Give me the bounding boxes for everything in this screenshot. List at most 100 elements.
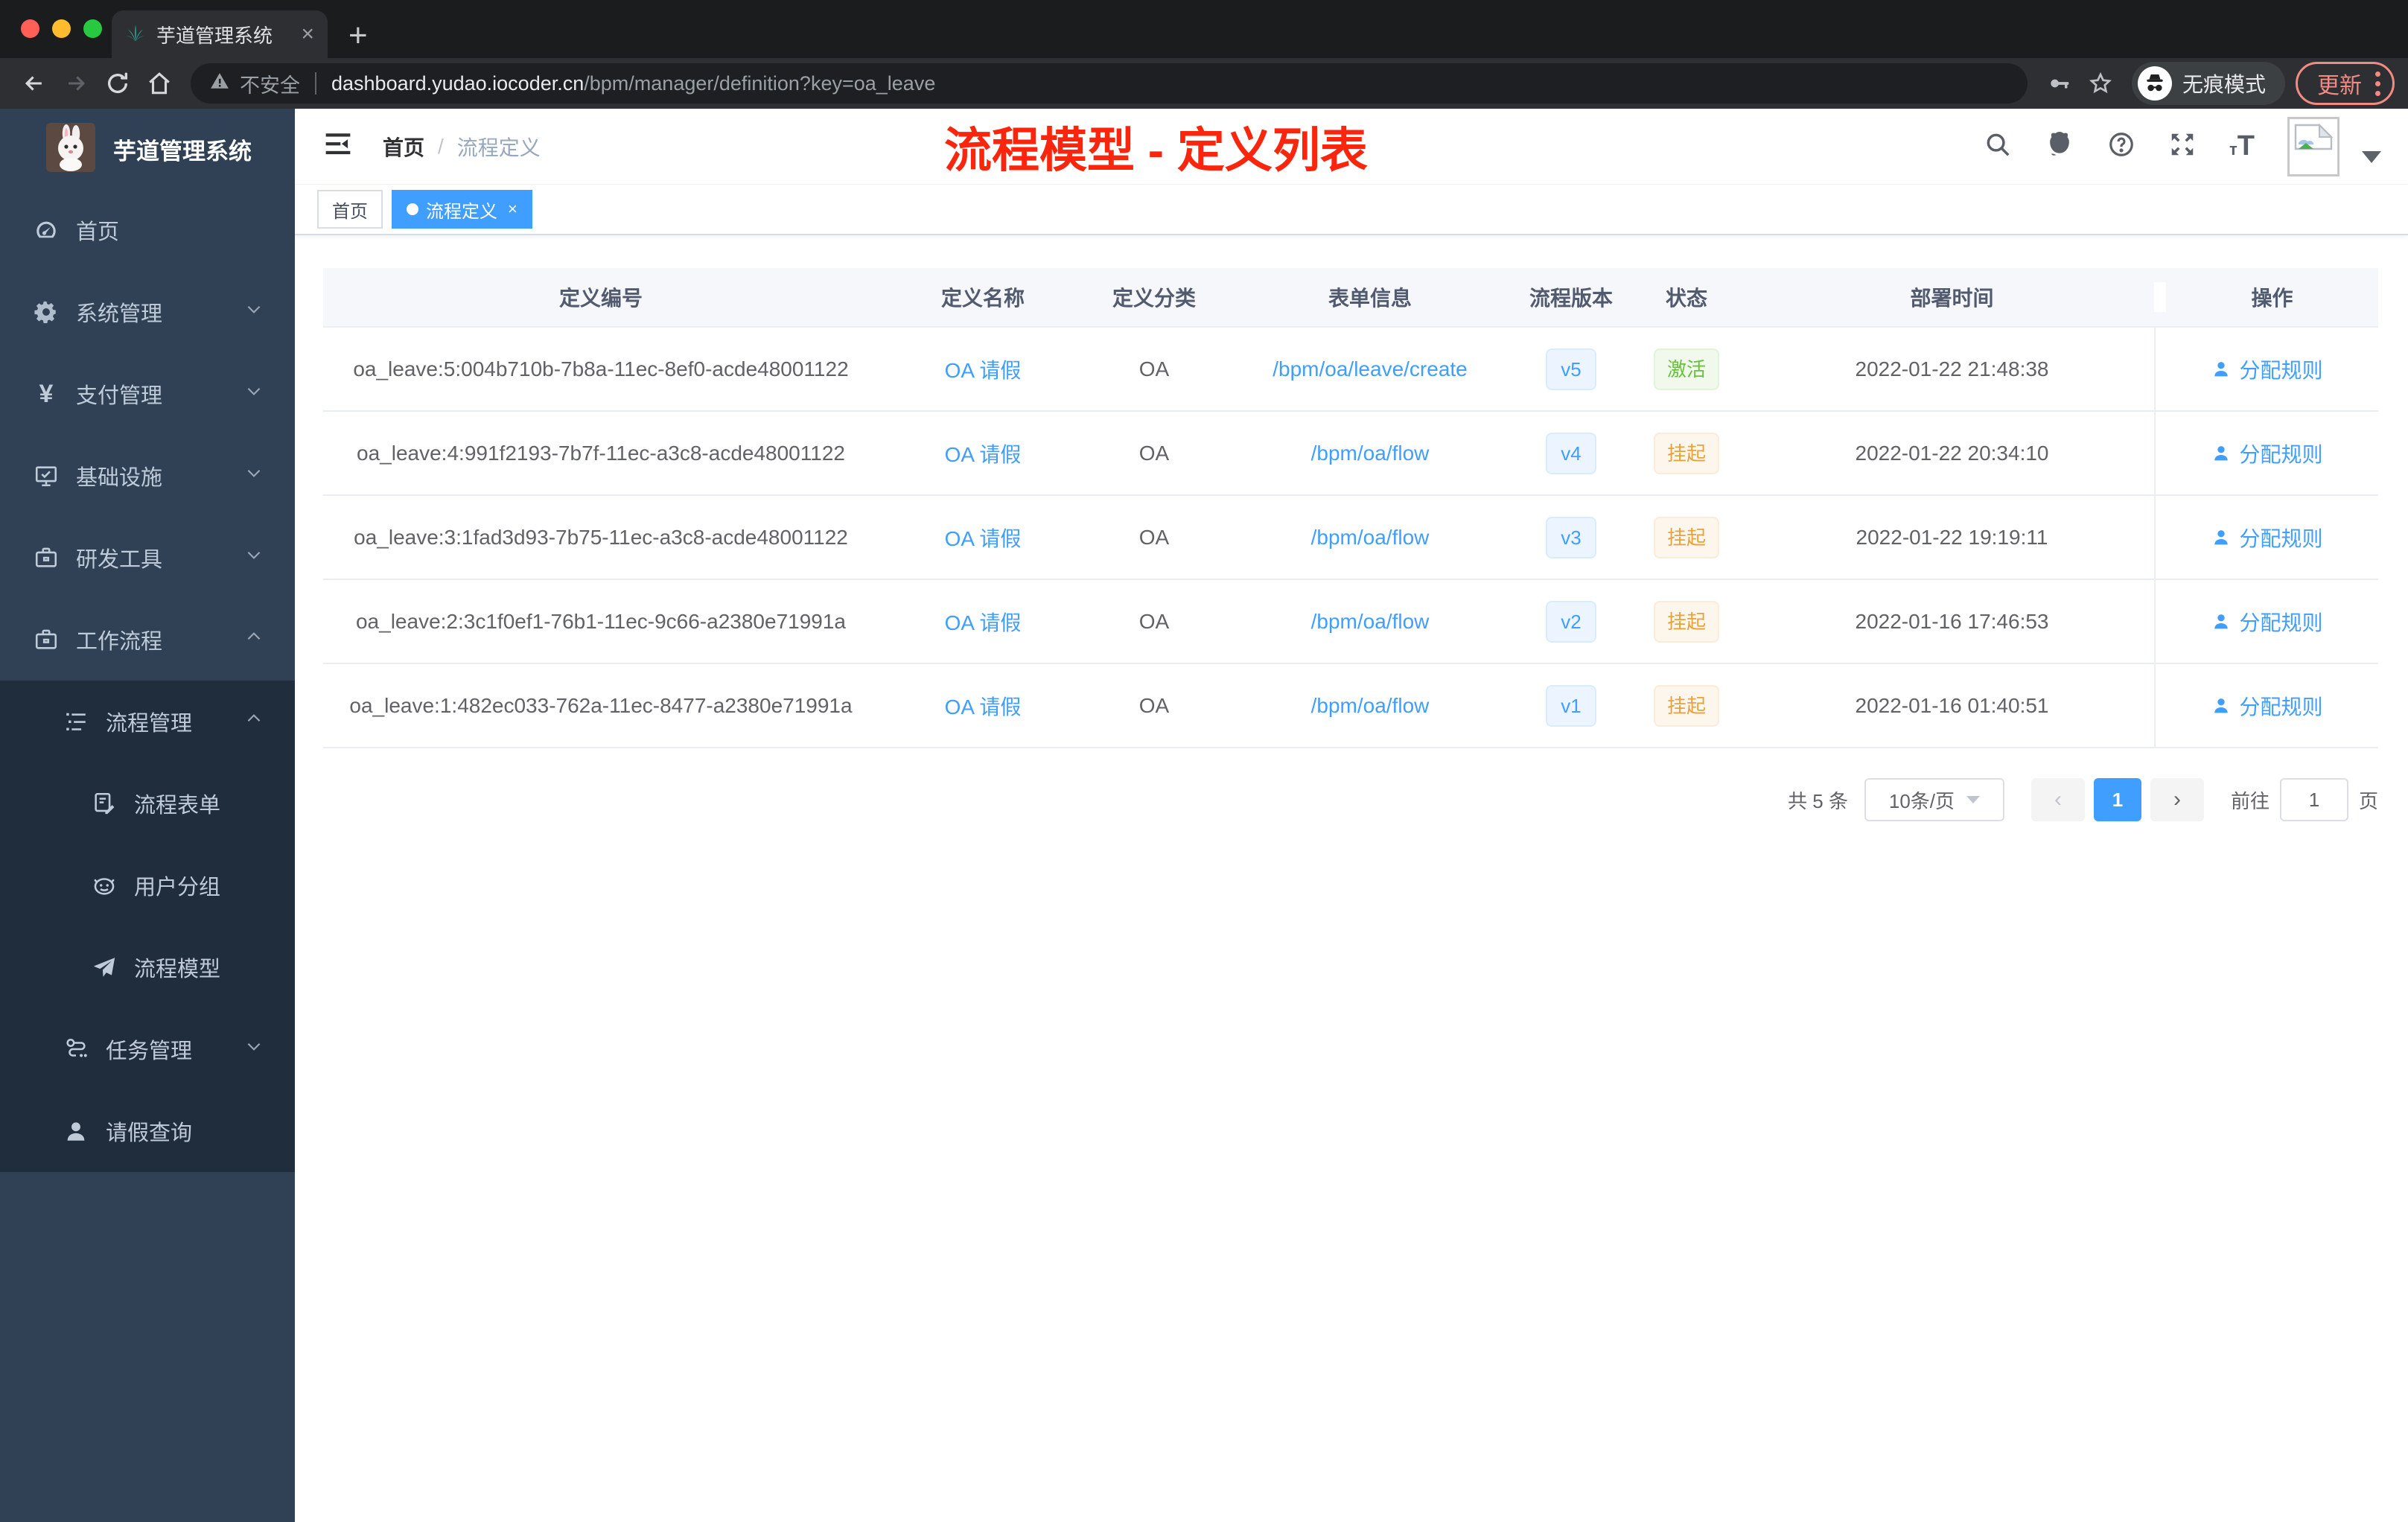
search-icon[interactable] (1984, 130, 2012, 162)
github-icon[interactable] (2045, 130, 2074, 163)
new-tab-button[interactable]: + (348, 19, 368, 52)
assign-rule-button[interactable]: 分配规则 (2211, 523, 2323, 553)
table-row: oa_leave:5:004b710b-7b8a-11ec-8ef0-acde4… (323, 328, 2378, 412)
browser-update-button[interactable]: 更新 (2296, 62, 2395, 105)
version-badge: v1 (1546, 684, 1596, 727)
prev-page-button[interactable]: ‹ (2030, 778, 2085, 821)
form-info-link[interactable]: /bpm/oa/flow (1311, 694, 1430, 718)
sidebar-collapse-icon[interactable] (323, 131, 353, 162)
table-row: oa_leave:3:1fad3d93-7b75-11ec-a3c8-acde4… (323, 496, 2378, 580)
definition-name-link[interactable]: OA 请假 (945, 354, 1022, 384)
window-maximize-button[interactable] (83, 19, 102, 38)
font-size-icon[interactable]: тT (2229, 130, 2255, 162)
definition-name-link[interactable]: OA 请假 (945, 523, 1022, 553)
assign-rule-button[interactable]: 分配规则 (2211, 439, 2323, 468)
page-unit-label: 页 (2358, 789, 2378, 812)
browser-menu-icon[interactable] (2375, 71, 2380, 96)
url-bar[interactable]: 不安全 dashboard.yudao.iocoder.cn/bpm/manag… (191, 63, 2028, 104)
table-row: oa_leave:1:482ec033-762a-11ec-8477-a2380… (323, 664, 2378, 748)
sidebar-item-process-management[interactable]: 流程管理 (0, 681, 295, 762)
pagination-total: 共 5 条 (1788, 789, 1848, 812)
dashboard-icon (33, 217, 60, 243)
form-info-link[interactable]: /bpm/oa/flow (1311, 610, 1430, 634)
form-info-link[interactable]: /bpm/oa/leave/create (1273, 357, 1468, 381)
sidebar-item-devtools[interactable]: 研发工具 (0, 517, 295, 599)
header-actions: тT (1984, 116, 2381, 176)
sidebar-item-infrastructure[interactable]: 基础设施 (0, 435, 295, 517)
sidebar-item-home[interactable]: 首页 (0, 189, 295, 271)
tag-process-definition[interactable]: 流程定义 × (392, 190, 532, 229)
definition-category: OA (1138, 609, 1170, 633)
tab-title: 芋道管理系统 (156, 24, 273, 47)
tag-close-icon[interactable]: × (508, 200, 517, 219)
column-header: 流程版本 (1529, 287, 1613, 310)
next-page-button[interactable]: › (2150, 778, 2204, 821)
page-size-select[interactable]: 10条/页 (1864, 778, 2004, 821)
avatar-dropdown-caret-icon[interactable] (2362, 150, 2381, 163)
column-header: 定义编号 (558, 287, 643, 310)
sidebar-item-workflow[interactable]: 工作流程 (0, 599, 295, 681)
status-badge: 挂起 (1653, 684, 1719, 727)
window-controls[interactable] (21, 19, 102, 38)
update-label: 更新 (2317, 74, 2362, 98)
fullscreen-icon[interactable] (2168, 130, 2197, 162)
assign-rule-label: 分配规则 (2239, 611, 2323, 634)
tab-close-icon[interactable]: × (301, 23, 314, 45)
user-group-icon (91, 872, 118, 899)
sidebar-item-process-model[interactable]: 流程模型 (0, 926, 295, 1008)
reload-icon[interactable] (97, 63, 138, 104)
incognito-label: 无痕模式 (2182, 73, 2266, 96)
form-info-link[interactable]: /bpm/oa/flow (1311, 442, 1430, 465)
tag-home[interactable]: 首页 (317, 190, 383, 229)
bookmark-star-icon[interactable] (2080, 63, 2121, 104)
sidebar-item-label: 任务管理 (106, 1039, 193, 1063)
task-flow-icon (63, 1036, 89, 1063)
sidebar-item-user-group[interactable]: 用户分组 (0, 844, 295, 926)
forward-icon[interactable] (55, 63, 97, 104)
chevron-down-icon (244, 463, 264, 488)
security-warning-icon[interactable] (210, 71, 229, 96)
paper-plane-icon (91, 954, 118, 981)
window-minimize-button[interactable] (52, 19, 71, 38)
deploy-time: 2022-01-22 19:19:11 (1856, 525, 2048, 549)
browser-tab[interactable]: 芋道管理系统 × (112, 10, 328, 58)
deploy-time: 2022-01-22 20:34:10 (1855, 441, 2049, 465)
assign-rule-button[interactable]: 分配规则 (2211, 691, 2323, 721)
window-close-button[interactable] (21, 19, 39, 38)
help-icon[interactable] (2107, 130, 2135, 162)
sidebar-item-system[interactable]: 系统管理 (0, 271, 295, 353)
goto-page-input[interactable]: 1 (2279, 778, 2348, 821)
toolbox-icon (33, 544, 60, 571)
sidebar-item-process-form[interactable]: 流程表单 (0, 762, 295, 844)
assign-rule-button[interactable]: 分配规则 (2211, 607, 2323, 637)
deploy-time: 2022-01-16 17:46:53 (1855, 609, 2049, 633)
sidebar-item-payment[interactable]: ¥ 支付管理 (0, 353, 295, 435)
url-text[interactable]: dashboard.yudao.iocoder.cn/bpm/manager/d… (331, 72, 935, 95)
definition-name-link[interactable]: OA 请假 (945, 439, 1022, 468)
avatar-broken-image[interactable] (2287, 116, 2339, 176)
tree-list-icon (63, 708, 89, 735)
form-edit-icon (91, 790, 118, 817)
page-number-1[interactable]: 1 (2093, 778, 2141, 821)
form-info-link[interactable]: /bpm/oa/flow (1311, 526, 1430, 550)
column-header: 操作 (2154, 282, 2378, 312)
back-icon[interactable] (13, 63, 55, 104)
pagination: 共 5 条 10条/页 ‹ 1 › 前往 1 页 (323, 778, 2378, 821)
select-caret-icon (1966, 796, 1981, 803)
sidebar-item-task-management[interactable]: 任务管理 (0, 1008, 295, 1090)
gear-icon (33, 299, 60, 325)
password-key-icon[interactable] (2038, 63, 2080, 104)
incognito-badge: 无痕模式 (2131, 62, 2285, 105)
definition-name-link[interactable]: OA 请假 (945, 607, 1022, 637)
breadcrumb-home[interactable]: 首页 (383, 132, 424, 162)
column-header: 定义分类 (1112, 287, 1196, 310)
security-label[interactable]: 不安全 (240, 69, 300, 98)
sidebar-item-label: 基础设施 (76, 466, 163, 490)
assign-rule-button[interactable]: 分配规则 (2211, 354, 2323, 384)
sidebar-item-leave-query[interactable]: 请假查询 (0, 1090, 295, 1172)
table-header-row: 定义编号 定义名称 定义分类 表单信息 流程版本 状态 部署时间 操作 (323, 268, 2378, 328)
chevron-down-icon (244, 545, 264, 570)
definition-name-link[interactable]: OA 请假 (945, 691, 1022, 721)
status-badge: 挂起 (1653, 600, 1719, 643)
home-icon[interactable] (138, 63, 180, 104)
